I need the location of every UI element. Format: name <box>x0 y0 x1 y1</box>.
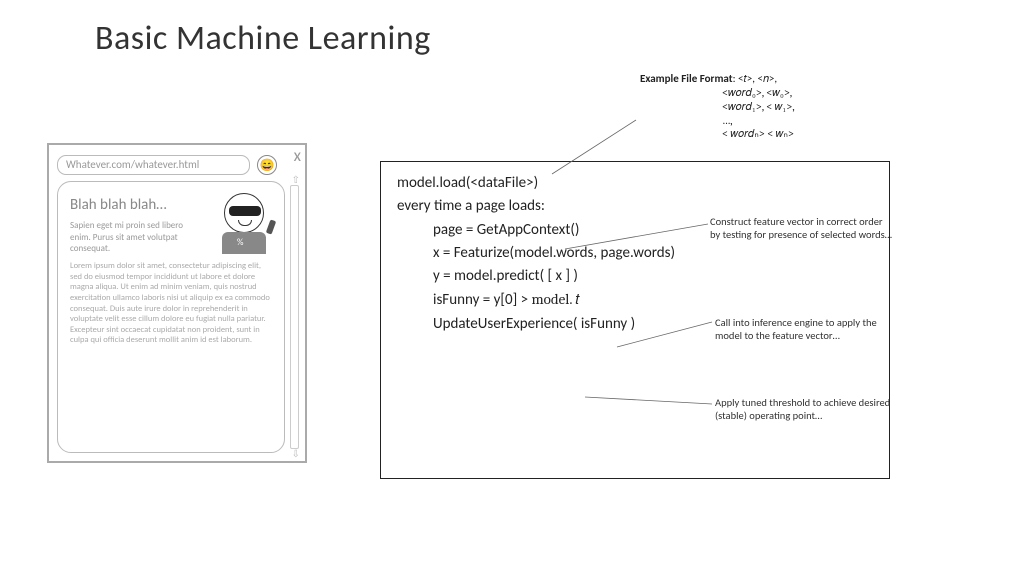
scrollbar <box>290 185 299 449</box>
annotation-predict: Call into inference engine to apply the … <box>715 316 900 342</box>
avatar: % <box>215 193 273 255</box>
file-format-line4: < 𝑤𝑜𝑟𝑑ₙ> < 𝑤ₙ> <box>640 127 860 141</box>
code-line-10: isFunny = y[0] > model. 𝑡 <box>397 288 873 312</box>
scroll-down-icon: ⇩ <box>292 447 300 460</box>
annotation-featurize: Construct feature vector in correct orde… <box>710 215 895 241</box>
file-format-label: Example File Format <box>640 72 733 85</box>
code-line-1: model.load(<dataFile>) <box>397 172 873 195</box>
file-format-line0: : <𝑡>, <𝑛>, <box>733 72 778 85</box>
content-subtext: Sapien eget mi proin sed libero enim. Pu… <box>70 220 190 255</box>
smile-icon: 😄 <box>260 158 275 173</box>
file-format-line2: <𝑤𝑜𝑟𝑑₁>, < 𝑤₁>, <box>640 100 860 114</box>
content-lorem: Lorem ipsum dolor sit amet, consectetur … <box>70 261 274 346</box>
file-format-line1: <𝑤𝑜𝑟𝑑₀>, <𝑤₀>, <box>640 86 860 100</box>
avatar-percent-icon: % <box>237 237 243 248</box>
code-line-6: x = Featurize(model.words, page.words) <box>397 242 873 265</box>
page-title: Basic Machine Learning <box>95 18 431 59</box>
file-format-note: Example File Format: <𝑡>, <𝑛>, <𝑤𝑜𝑟𝑑₀>, … <box>640 72 860 141</box>
emoji-button: 😄 <box>257 155 277 175</box>
annotation-threshold: Apply tuned threshold to achieve desired… <box>715 396 900 422</box>
file-format-line3: …, <box>640 114 860 127</box>
code-line-8: y = model.predict( [ x ] ) <box>397 265 873 288</box>
close-icon: x <box>294 145 301 166</box>
url-bar: Whatever.com/whatever.html <box>57 155 250 175</box>
browser-mockup: x Whatever.com/whatever.html 😄 ⇧ ⇩ Blah … <box>47 143 307 463</box>
